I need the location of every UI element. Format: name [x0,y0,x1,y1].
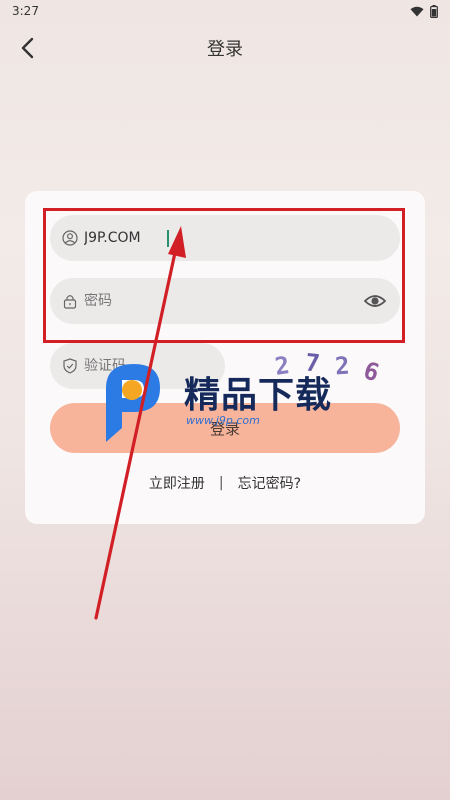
wifi-icon [410,6,424,16]
forgot-password-link[interactable]: 忘记密码? [238,473,301,493]
chevron-left-icon [21,37,34,59]
status-icons [410,4,438,18]
back-button[interactable] [14,34,42,62]
watermark-logo-icon [106,364,160,442]
status-time: 3:27 [12,4,39,18]
top-bar: 登录 [0,26,450,70]
register-link[interactable]: 立即注册 [149,473,205,493]
annotation-highlight-box [43,208,405,343]
status-bar: 3:27 [0,0,450,22]
watermark-brand: 精品下载 [184,375,333,416]
captcha-char: 6 [359,356,383,388]
watermark: 精品下载 www.j9p.com [98,358,358,444]
auth-links: 立即注册 | 忘记密码? [25,471,425,495]
page-title: 登录 [207,39,243,60]
link-separator: | [218,475,224,491]
battery-icon [430,4,438,18]
watermark-url: www.j9p.com [186,414,260,427]
shield-check-icon [62,358,78,374]
